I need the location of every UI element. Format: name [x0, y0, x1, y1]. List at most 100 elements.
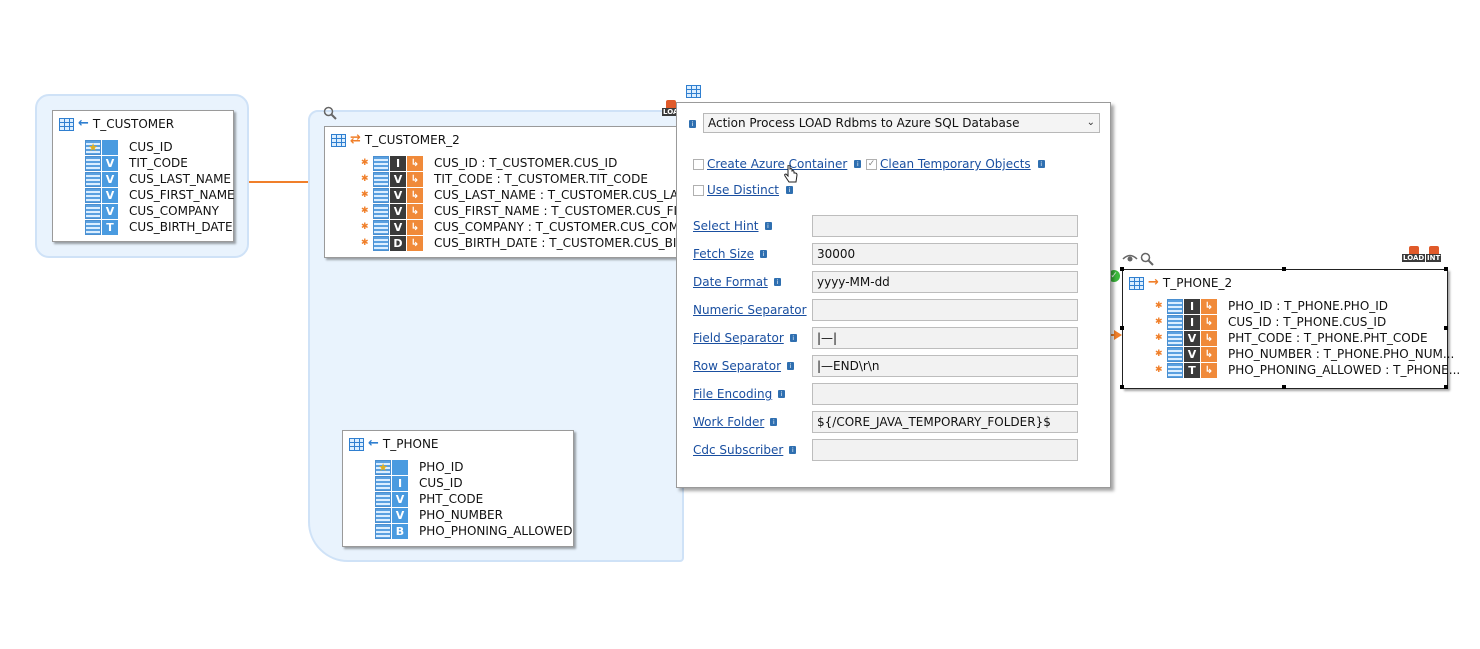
- select-hint-link[interactable]: Select Hint: [693, 219, 759, 233]
- magnifier-icon[interactable]: [323, 106, 337, 123]
- info-icon[interactable]: i: [778, 390, 786, 398]
- column-name: CUS_ID : T_CUSTOMER.CUS_ID: [434, 156, 618, 170]
- field-separator-label-row: Field Separator i: [693, 327, 797, 349]
- resize-handle[interactable]: [1120, 385, 1124, 389]
- fetch-size-input[interactable]: 30000: [812, 243, 1078, 265]
- use-distinct-link[interactable]: Use Distinct: [707, 183, 779, 197]
- column-name: CUS_COMPANY: [129, 204, 219, 218]
- info-icon[interactable]: i: [854, 160, 862, 168]
- column-row[interactable]: ✱ I ↳ PHO_ID : T_PHONE.PHO_ID: [1155, 298, 1460, 314]
- row-separator-link[interactable]: Row Separator: [693, 359, 781, 373]
- info-icon[interactable]: i: [689, 120, 696, 128]
- clean-temporary-objects-option[interactable]: ✓ Clean Temporary Objects i: [866, 157, 1045, 171]
- date-format-label-row: Date Format i: [693, 271, 781, 293]
- column-row[interactable]: ✱ T ↳ PHO_PHONING_ALLOWED : T_PHONE...: [1155, 362, 1460, 378]
- work-folder-input[interactable]: ${/CORE_JAVA_TEMPORARY_FOLDER}$: [812, 411, 1078, 433]
- mapping-arrowhead-phone: [1114, 330, 1122, 340]
- resize-handle[interactable]: [1444, 326, 1448, 330]
- column-icon: [373, 171, 389, 187]
- column-row[interactable]: T CUS_BIRTH_DATE: [85, 219, 235, 235]
- column-row[interactable]: I CUS_ID: [375, 475, 573, 491]
- column-row[interactable]: V CUS_COMPANY: [85, 203, 235, 219]
- column-icon: [85, 203, 101, 219]
- column-row[interactable]: B PHO_PHONING_ALLOWED: [375, 523, 573, 539]
- magnifier-icon[interactable]: [1140, 252, 1154, 269]
- column-row[interactable]: ✱ V ↳ PHT_CODE : T_PHONE.PHT_CODE: [1155, 330, 1460, 346]
- column-name: PHO_NUMBER : T_PHONE.PHO_NUM...: [1228, 347, 1455, 361]
- datastore-t-phone-2[interactable]: → T_PHONE_2 ✱ I ↳ PHO_ID : T_PHONE.PHO_ID ✱ I…: [1122, 269, 1460, 389]
- eye-icon[interactable]: [1122, 252, 1138, 267]
- row-separator-input[interactable]: |—END\r\n: [812, 355, 1078, 377]
- column-row[interactable]: V CUS_FIRST_NAME: [85, 187, 235, 203]
- int-badge[interactable]: INT: [1426, 246, 1442, 262]
- column-icon: [375, 475, 391, 491]
- info-icon[interactable]: i: [759, 250, 767, 258]
- info-icon[interactable]: i: [1037, 160, 1045, 168]
- fetch-size-link[interactable]: Fetch Size: [693, 247, 754, 261]
- mapping-target-icon: ↳: [407, 219, 423, 235]
- column-icon: [1167, 298, 1183, 314]
- date-format-input[interactable]: yyyy-MM-dd: [812, 271, 1078, 293]
- create-azure-container-option[interactable]: Create Azure Container i: [693, 157, 862, 171]
- process-select[interactable]: Action Process LOAD Rdbms to Azure SQL D…: [703, 113, 1100, 133]
- select-hint-input[interactable]: [812, 215, 1078, 237]
- column-row[interactable]: V PHT_CODE: [375, 491, 573, 507]
- column-row[interactable]: ★​ PHO_ID: [375, 459, 573, 475]
- column-list: ★​ PHO_ID I CUS_ID V PHT_CODE V PHO_NUMBER B PHO_…: [375, 459, 573, 539]
- date-format-link[interactable]: Date Format: [693, 275, 768, 289]
- column-name: TIT_CODE : T_CUSTOMER.TIT_CODE: [434, 172, 648, 186]
- numeric-separator-link[interactable]: Numeric Separator: [693, 303, 807, 317]
- field-separator-input[interactable]: |—|: [812, 327, 1078, 349]
- file-encoding-input[interactable]: [812, 383, 1078, 405]
- datatype-v-icon: V: [390, 171, 406, 187]
- numeric-separator-input[interactable]: [812, 299, 1078, 321]
- asterisk-icon: ✱: [1155, 365, 1163, 375]
- cdc-subscriber-input[interactable]: [812, 439, 1078, 461]
- datatype-i-icon: I: [1184, 314, 1200, 330]
- datatype-v-icon: V: [392, 491, 408, 507]
- column-name: PHO_ID: [419, 460, 464, 474]
- mapping-target-icon: ↳: [1201, 298, 1217, 314]
- datastore-t-phone[interactable]: ← T_PHONE ★​ PHO_ID I CUS_ID V PHT_CODE V PHO_N…: [342, 430, 574, 547]
- column-row[interactable]: ✱ I ↳ CUS_ID : T_PHONE.CUS_ID: [1155, 314, 1460, 330]
- cdc-subscriber-link[interactable]: Cdc Subscriber: [693, 443, 783, 457]
- file-encoding-link[interactable]: File Encoding: [693, 387, 772, 401]
- resize-handle[interactable]: [1282, 385, 1286, 389]
- resize-handle[interactable]: [1444, 267, 1448, 271]
- info-icon[interactable]: i: [787, 362, 795, 370]
- datastore-t-customer-2[interactable]: ⇄ T_CUSTOMER_2 ✱ I ↳ CUS_ID : T_CUSTOMER.CU…: [324, 126, 734, 258]
- column-row[interactable]: V CUS_LAST_NAME: [85, 171, 235, 187]
- field-separator-link[interactable]: Field Separator: [693, 331, 784, 345]
- column-name: CUS_ID: [129, 140, 173, 154]
- integration-icon: [1428, 246, 1439, 254]
- datatype-i-icon: I: [1184, 298, 1200, 314]
- column-row[interactable]: ✱ V ↳ PHO_NUMBER : T_PHONE.PHO_NUM...: [1155, 346, 1460, 362]
- column-row[interactable]: V PHO_NUMBER: [375, 507, 573, 523]
- resize-handle[interactable]: [1282, 267, 1286, 271]
- info-icon[interactable]: i: [789, 446, 797, 454]
- work-folder-link[interactable]: Work Folder: [693, 415, 764, 429]
- clean-temporary-objects-checkbox[interactable]: ✓: [866, 158, 877, 170]
- create-azure-container-link[interactable]: Create Azure Container: [707, 157, 847, 171]
- column-icon: [373, 187, 389, 203]
- info-icon[interactable]: i: [764, 222, 772, 230]
- datatype-v-icon: V: [390, 203, 406, 219]
- resize-handle[interactable]: [1444, 385, 1448, 389]
- datastore-t-customer[interactable]: ← T_CUSTOMER ★​ CUS_ID V TIT_CODE V CUS_LAST_…: [52, 110, 235, 242]
- clean-temporary-objects-link[interactable]: Clean Temporary Objects: [880, 157, 1031, 171]
- load-icon: [1408, 246, 1419, 254]
- resize-handle[interactable]: [1120, 267, 1124, 271]
- create-azure-container-checkbox[interactable]: [693, 158, 704, 170]
- column-row[interactable]: ★​ CUS_ID: [85, 139, 235, 155]
- load-badge[interactable]: LOAD: [1402, 246, 1426, 262]
- mapping-target-icon: ↳: [1201, 362, 1217, 378]
- info-icon[interactable]: i: [770, 418, 778, 426]
- fetch-size-label-row: Fetch Size i: [693, 243, 767, 265]
- use-distinct-checkbox[interactable]: [693, 184, 704, 196]
- info-icon[interactable]: i: [789, 334, 797, 342]
- resize-handle[interactable]: [1120, 326, 1124, 330]
- info-icon[interactable]: i: [773, 278, 781, 286]
- datastore-title: T_PHONE_2: [1162, 276, 1233, 290]
- column-row[interactable]: V TIT_CODE: [85, 155, 235, 171]
- use-distinct-option[interactable]: Use Distinct i: [693, 183, 794, 197]
